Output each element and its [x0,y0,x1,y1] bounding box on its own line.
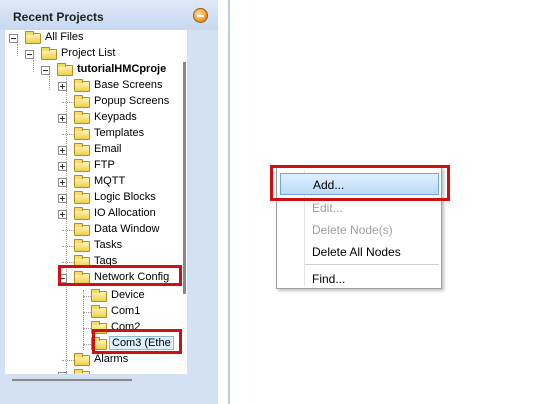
collapse-toggle-icon[interactable] [25,50,34,59]
folder-icon [74,111,90,124]
tree-node-label: Data Window [94,223,160,235]
tree-connector [62,360,74,361]
tree-node-label: Email [94,143,122,155]
expand-toggle-icon[interactable] [58,114,67,123]
tree-node-label: Com1 [111,305,141,317]
highlight-com3 [92,329,182,354]
expand-toggle-icon[interactable] [58,178,67,187]
menu-item-label: Delete All Nodes [312,245,401,259]
collapse-toggle-icon[interactable] [9,34,18,43]
expand-toggle-icon[interactable] [58,146,67,155]
folder-icon [25,31,41,44]
tree-node-label: Device [111,289,145,301]
tree-connector [83,290,84,350]
folder-icon [74,95,90,108]
folder-icon [74,79,90,92]
tree-node-label: Alarms [94,353,129,365]
minus-icon [197,15,204,17]
vertical-scroll-thumb[interactable] [183,62,186,294]
folder-icon [41,47,57,60]
folder-icon [74,175,90,188]
menu-item-label: Find... [312,272,346,286]
horizontal-scroll-thumb[interactable] [12,379,132,381]
folder-icon [91,305,107,318]
tree-node-label: Keypads [94,111,137,123]
menu-item-delete-nodes: Delete Node(s) [277,219,441,239]
folder-icon [74,223,90,236]
collapse-button[interactable] [193,8,208,23]
tree-node-label: All Files [45,31,84,43]
tree-connector [49,76,50,90]
folder-icon [74,353,90,366]
folder-icon [74,127,90,140]
folder-icon [74,207,90,220]
tree-connector [17,44,18,56]
recent-projects-panel: Recent Projects All Files Project List t… [0,0,218,404]
tree-connector [83,312,91,313]
tree-connector [62,262,74,263]
tree-node-label: Templates [94,127,145,139]
tree-node-label: Tasks [94,239,123,251]
menu-item-find[interactable]: Find... [277,268,441,288]
tree-connector [83,344,91,345]
panel-divider[interactable] [228,0,230,404]
expand-toggle-icon[interactable] [58,210,67,219]
highlight-add [270,165,450,201]
expand-toggle-icon[interactable] [58,162,67,171]
tree-connector [83,328,91,329]
tree-node-label: Logic Blocks [94,191,156,203]
tree-node-label: Project List [61,47,116,59]
tree-connector [62,246,74,247]
folder-icon [74,143,90,156]
panel-title: Recent Projects [13,10,104,24]
tree-connector [62,102,74,103]
tree-node-label: tutorialHMCproje [77,63,167,75]
expand-toggle-icon[interactable] [58,194,67,203]
menu-item-delete-all-nodes[interactable]: Delete All Nodes [277,241,441,261]
tree-connector [83,296,91,297]
folder-icon [74,191,90,204]
tree-connector [33,60,34,72]
tree-node-label: MQTT [94,175,126,187]
expand-toggle-icon[interactable] [58,82,67,91]
highlight-network-config [58,265,182,286]
tree-node-label: FTP [94,159,115,171]
folder-icon [74,239,90,252]
tree-node-label: Popup Screens [94,95,170,107]
menu-item-label: Edit... [312,201,343,215]
tree-connector [62,230,74,231]
folder-icon [74,159,90,172]
folder-icon [57,63,73,76]
tree-node-label: IO Allocation [94,207,156,219]
vertical-scrollbar[interactable] [187,30,205,374]
folder-icon [91,289,107,302]
tree-connector [62,134,74,135]
horizontal-scrollbar[interactable] [5,374,205,388]
tree-node-label: Base Screens [94,79,163,91]
project-tree[interactable]: All Files Project List tutorialHMCproje … [5,30,188,374]
menu-separator [305,264,439,265]
collapse-toggle-icon[interactable] [41,66,50,75]
menu-item-label: Delete Node(s) [312,223,393,237]
panel-header: Recent Projects [0,0,218,30]
